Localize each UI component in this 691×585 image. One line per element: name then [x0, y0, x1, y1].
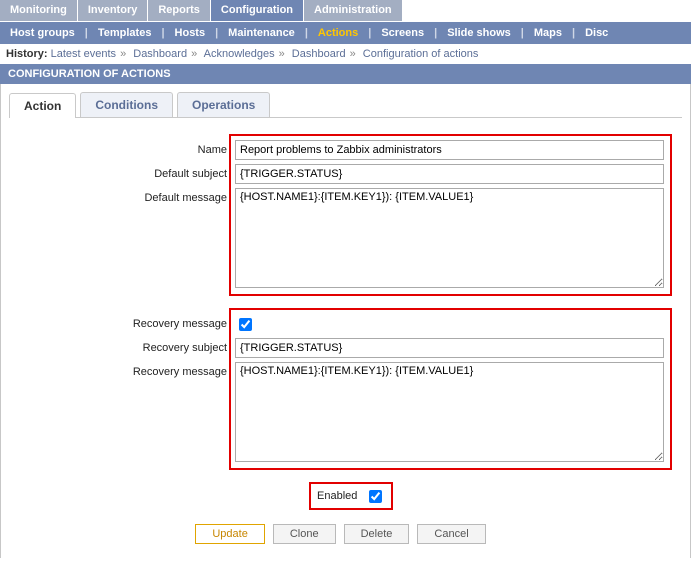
enabled-label: Enabled: [317, 486, 357, 502]
default-message-input[interactable]: [235, 188, 664, 288]
sub-screens[interactable]: Screens: [375, 27, 430, 39]
main-tab-monitoring[interactable]: Monitoring: [0, 0, 78, 21]
panel: Action Conditions Operations Name Defaul…: [0, 84, 691, 558]
clone-button[interactable]: Clone: [273, 524, 336, 544]
page-title: CONFIGURATION OF ACTIONS: [0, 64, 691, 84]
history-item[interactable]: Configuration of actions: [363, 48, 479, 60]
recovery-subject-label: Recovery subject: [97, 338, 227, 354]
recovery-subject-input[interactable]: [235, 338, 664, 358]
group-default: Name Default subject Default message: [229, 134, 672, 296]
history-item[interactable]: Acknowledges: [204, 48, 275, 60]
sub-maintenance[interactable]: Maintenance: [222, 27, 301, 39]
sub-actions[interactable]: Actions: [312, 27, 364, 39]
breadcrumb: History: Latest events» Dashboard» Ackno…: [0, 44, 691, 64]
main-tab-administration[interactable]: Administration: [304, 0, 403, 21]
sub-hosts[interactable]: Hosts: [169, 27, 212, 39]
sub-disc[interactable]: Disc: [579, 27, 614, 39]
history-item[interactable]: Dashboard: [292, 48, 346, 60]
recovery-message-checkbox[interactable]: [239, 318, 252, 331]
recovery-message-label: Recovery message: [97, 314, 227, 330]
default-subject-input[interactable]: [235, 164, 664, 184]
sub-nav: Host groups| Templates| Hosts| Maintenan…: [0, 22, 691, 44]
group-recovery: Recovery message Recovery subject Recove…: [229, 308, 672, 470]
name-input[interactable]: [235, 140, 664, 160]
sub-templates[interactable]: Templates: [92, 27, 158, 39]
history-label: History:: [6, 48, 48, 60]
tab-action[interactable]: Action: [9, 93, 76, 118]
tab-conditions[interactable]: Conditions: [80, 92, 173, 117]
form-tabs: Action Conditions Operations: [9, 92, 682, 118]
delete-button[interactable]: Delete: [344, 524, 410, 544]
recovery-msg-input[interactable]: [235, 362, 664, 462]
main-nav: Monitoring Inventory Reports Configurati…: [0, 0, 691, 22]
default-subject-label: Default subject: [97, 164, 227, 180]
default-message-label: Default message: [97, 188, 227, 204]
recovery-msg-label: Recovery message: [97, 362, 227, 378]
main-tab-inventory[interactable]: Inventory: [78, 0, 149, 21]
sub-maps[interactable]: Maps: [528, 27, 568, 39]
tab-operations[interactable]: Operations: [177, 92, 270, 117]
sub-slideshows[interactable]: Slide shows: [441, 27, 517, 39]
main-tab-reports[interactable]: Reports: [148, 0, 211, 21]
name-label: Name: [97, 140, 227, 156]
button-bar: Update Clone Delete Cancel: [9, 520, 672, 544]
group-enabled: Enabled: [309, 482, 393, 510]
history-item[interactable]: Dashboard: [133, 48, 187, 60]
cancel-button[interactable]: Cancel: [417, 524, 485, 544]
update-button[interactable]: Update: [195, 524, 264, 544]
main-tab-configuration[interactable]: Configuration: [211, 0, 304, 21]
history-item[interactable]: Latest events: [51, 48, 116, 60]
form-area: Name Default subject Default message Rec…: [9, 132, 682, 544]
enabled-checkbox[interactable]: [369, 490, 382, 503]
sub-hostgroups[interactable]: Host groups: [4, 27, 81, 39]
